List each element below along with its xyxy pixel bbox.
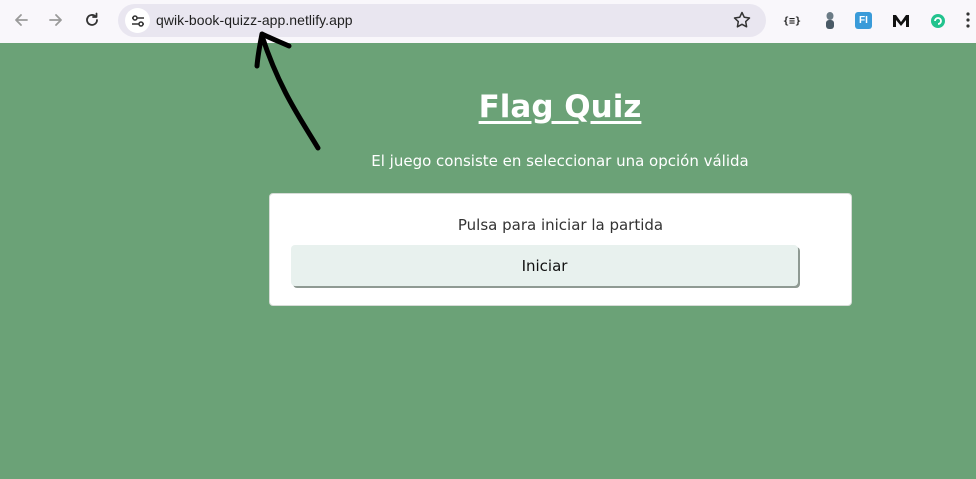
- back-button[interactable]: [8, 7, 34, 33]
- json-extension-icon[interactable]: {≡}: [782, 11, 802, 31]
- fi-extension-icon[interactable]: FI: [855, 12, 872, 29]
- forward-button[interactable]: [43, 7, 69, 33]
- reload-button[interactable]: [79, 7, 105, 33]
- green-extension-icon[interactable]: [928, 11, 948, 31]
- m-logo-icon: [893, 15, 909, 27]
- figure-icon: [826, 12, 834, 29]
- start-prompt: Pulsa para iniciar la partida: [457, 216, 664, 234]
- menu-button[interactable]: [962, 10, 974, 30]
- back-arrow-icon: [15, 14, 28, 26]
- start-button[interactable]: Iniciar: [291, 245, 798, 286]
- address-bar[interactable]: qwik-book-quizz-app.netlify.app: [118, 4, 766, 37]
- medium-extension-icon[interactable]: [891, 11, 911, 31]
- site-info-icon: [131, 14, 144, 27]
- start-card: Pulsa para iniciar la partida Iniciar: [269, 193, 852, 306]
- bookmark-button[interactable]: [732, 10, 752, 30]
- avatar-extension-icon[interactable]: [820, 11, 840, 31]
- green-circle-icon: [931, 14, 945, 28]
- browser-toolbar: qwik-book-quizz-app.netlify.app {≡} FI: [0, 0, 976, 43]
- forward-arrow-icon: [49, 14, 62, 26]
- more-icon: [966, 12, 970, 28]
- page-subtitle: El juego consiste en seleccionar una opc…: [371, 152, 749, 170]
- bookmark-star-icon: [733, 11, 751, 28]
- reload-icon: [86, 12, 98, 26]
- annotation-arrow-icon: [254, 31, 321, 151]
- page-title: Flag Quiz: [478, 89, 642, 125]
- site-info-button[interactable]: [125, 8, 150, 33]
